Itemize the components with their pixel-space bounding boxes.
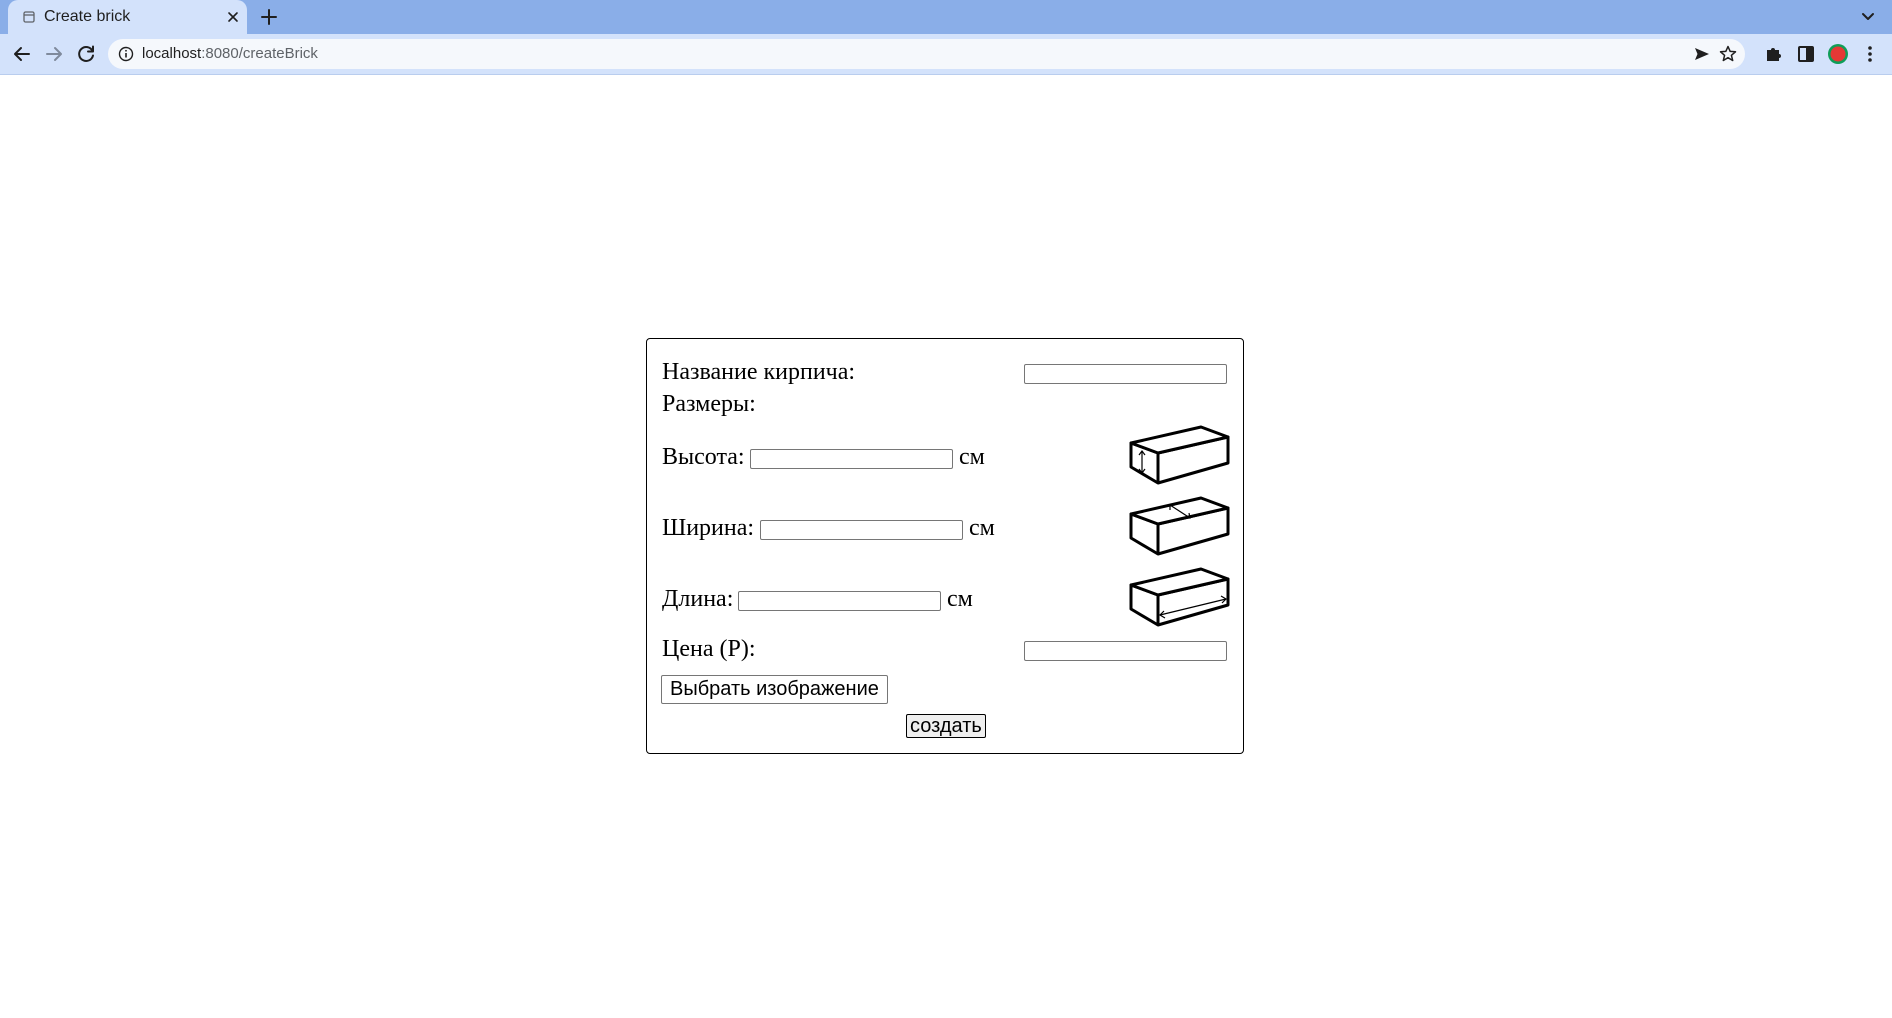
- width-input[interactable]: [760, 520, 963, 540]
- star-icon[interactable]: [1718, 44, 1738, 64]
- close-icon[interactable]: [224, 8, 242, 26]
- arrow-left-icon[interactable]: [10, 42, 34, 66]
- price-label: Цена (Р):: [662, 636, 756, 662]
- tab-strip: Create brick: [0, 0, 1892, 34]
- tab-title: Create brick: [44, 8, 131, 25]
- height-label: Высота:: [662, 444, 745, 470]
- create-button[interactable]: создать: [906, 714, 986, 738]
- choose-image-button[interactable]: Выбрать изображение: [661, 675, 888, 704]
- brick-height-icon: [1129, 425, 1230, 485]
- browser-toolbar: localhost:8080/createBrick: [0, 34, 1892, 75]
- name-label: Название кирпича:: [662, 359, 856, 385]
- chevron-down-icon[interactable]: [1858, 7, 1878, 27]
- length-unit: см: [947, 586, 973, 612]
- url-host: localhost: [142, 45, 202, 62]
- browser-window: Create brick localhost:8080/createBrick …: [0, 0, 1892, 1018]
- page-content: Название кирпича: Размеры: Высота: см Ши…: [0, 75, 1892, 1018]
- page-icon: [23, 11, 35, 23]
- create-brick-form: Название кирпича: Размеры: Высота: см Ши…: [646, 338, 1244, 754]
- price-input[interactable]: [1024, 641, 1227, 661]
- puzzle-icon[interactable]: [1762, 42, 1786, 66]
- length-input[interactable]: [738, 591, 941, 611]
- kebab-menu-icon[interactable]: [1858, 42, 1882, 66]
- sizes-label: Размеры:: [662, 391, 756, 417]
- height-input[interactable]: [750, 449, 953, 469]
- name-input[interactable]: [1024, 364, 1227, 384]
- width-label: Ширина:: [662, 515, 755, 541]
- arrow-right-icon[interactable]: [42, 42, 66, 66]
- info-icon[interactable]: [118, 46, 134, 62]
- side-panel-icon[interactable]: [1794, 42, 1818, 66]
- brick-width-icon: [1129, 496, 1230, 556]
- url-path: :8080/createBrick: [201, 45, 318, 62]
- tab-create-brick[interactable]: Create brick: [8, 0, 247, 34]
- reload-icon[interactable]: [74, 42, 98, 66]
- length-label: Длина:: [662, 586, 734, 612]
- address-bar[interactable]: localhost:8080/createBrick: [108, 39, 1745, 69]
- height-unit: см: [959, 444, 985, 470]
- url-text[interactable]: localhost:8080/createBrick: [142, 45, 318, 62]
- send-icon[interactable]: [1692, 44, 1712, 64]
- brick-length-icon: [1129, 567, 1230, 627]
- width-unit: см: [969, 515, 995, 541]
- profile-avatar-icon[interactable]: [1826, 42, 1850, 66]
- plus-icon[interactable]: [259, 7, 279, 27]
